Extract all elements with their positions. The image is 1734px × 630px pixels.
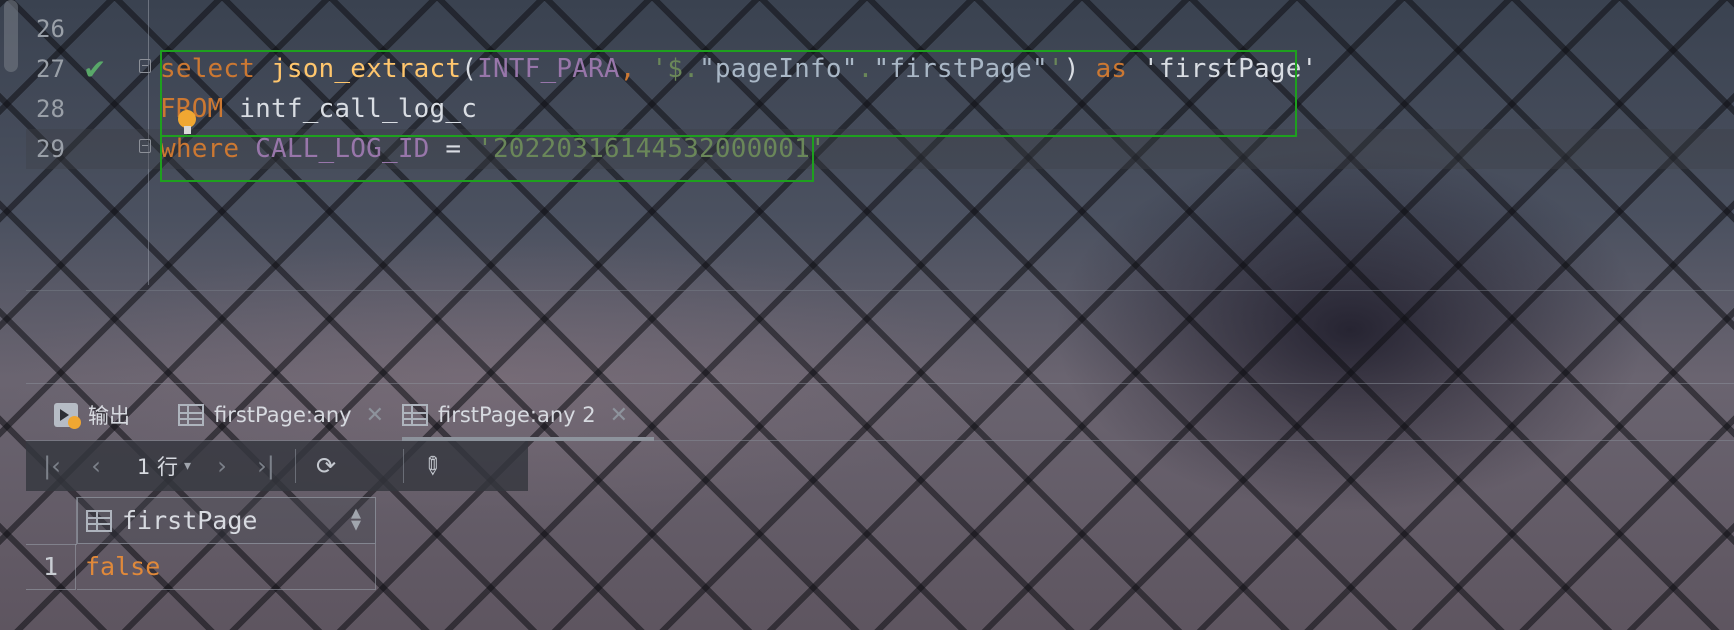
sort-icon[interactable]: ▲ ▼ [351, 507, 361, 532]
fold-icon[interactable] [139, 139, 151, 153]
table-icon [402, 404, 428, 426]
statement-highlight [160, 137, 814, 182]
editor-line-26[interactable]: 26 [26, 9, 1734, 49]
chevron-down-icon: ▾ [184, 458, 192, 474]
row-number-header [26, 497, 77, 545]
line-number: 26 [36, 15, 65, 43]
line-number: 28 [36, 95, 65, 123]
toolbar-separator [295, 449, 296, 483]
table-icon [178, 404, 204, 426]
row-number[interactable]: 1 [26, 544, 76, 590]
close-icon[interactable]: ✕ [366, 403, 384, 428]
fold-icon[interactable] [139, 59, 151, 73]
panel-divider [26, 383, 1734, 384]
column-header-firstpage[interactable]: firstPage ▲ ▼ [77, 497, 376, 544]
first-page-icon[interactable]: |‹ [32, 441, 72, 491]
next-page-icon[interactable]: › [202, 441, 242, 491]
rows-per-page-select[interactable]: 1 行 ▾ [124, 441, 204, 491]
rows-label: 1 行 [136, 455, 178, 479]
tab-label: 输出 [88, 404, 130, 428]
tab-label: firstPage:any [214, 403, 352, 427]
tab-output[interactable]: 输出 [54, 390, 130, 440]
last-page-icon[interactable]: ›| [246, 441, 286, 491]
check-icon: ✔ [83, 53, 107, 86]
tab-firstpage-any[interactable]: firstPage:any ✕ [178, 390, 384, 440]
line-number: 27 [36, 55, 65, 83]
tab-label: firstPage:any 2 [438, 403, 596, 427]
statement-highlight [160, 50, 1297, 137]
refresh-icon[interactable]: ⟳ [306, 441, 346, 491]
pin-icon[interactable]: ✎ [400, 434, 464, 498]
column-header-label: firstPage [122, 506, 258, 535]
column-icon [86, 509, 112, 532]
tab-firstpage-any-2[interactable]: firstPage:any 2 ✕ [402, 390, 655, 441]
line-number: 29 [36, 135, 65, 163]
close-icon[interactable]: ✕ [610, 403, 628, 428]
results-tab-bar: 输出 firstPage:any ✕ firstPage:any 2 ✕ [26, 390, 1734, 441]
prev-page-icon[interactable]: ‹ [76, 441, 116, 491]
output-icon [54, 403, 81, 429]
table-cell[interactable]: false [77, 544, 376, 590]
editor-scrollbar[interactable] [4, 0, 18, 72]
results-toolbar: |‹ ‹ 1 行 ▾ › ›| ⟳ ✎ [26, 441, 528, 491]
